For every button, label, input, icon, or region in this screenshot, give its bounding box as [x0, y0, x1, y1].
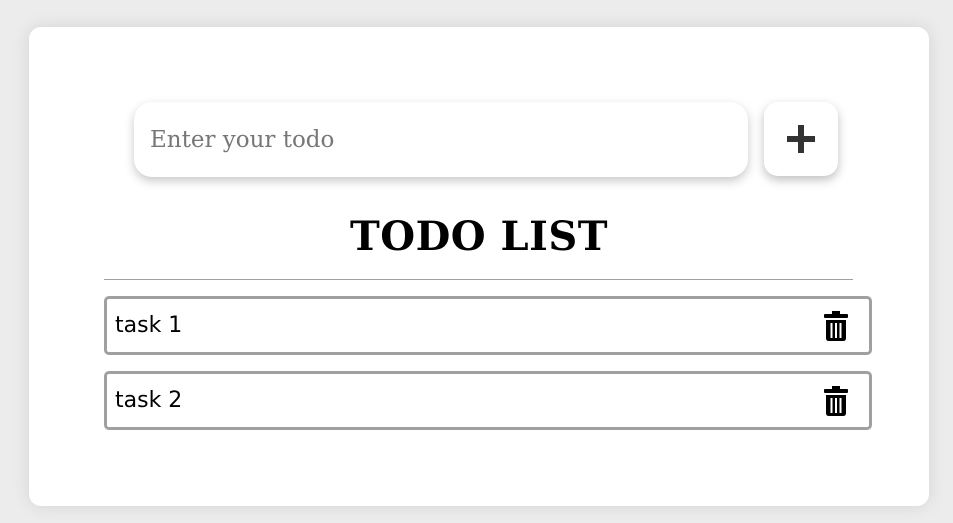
todo-input[interactable] [134, 102, 748, 177]
add-todo-button[interactable] [764, 102, 838, 176]
trash-icon [824, 311, 848, 341]
page-title: TODO LIST [349, 213, 609, 260]
divider [104, 279, 853, 280]
delete-todo-button[interactable] [821, 385, 851, 417]
delete-todo-button[interactable] [821, 310, 851, 342]
todo-item: task 1 [104, 296, 872, 355]
plus-icon [787, 125, 815, 153]
todo-card: TODO LIST task 1 task 2 [29, 27, 929, 506]
todo-item: task 2 [104, 371, 872, 430]
trash-icon [824, 386, 848, 416]
todo-item-label: task 1 [115, 313, 183, 338]
todo-item-label: task 2 [115, 388, 183, 413]
